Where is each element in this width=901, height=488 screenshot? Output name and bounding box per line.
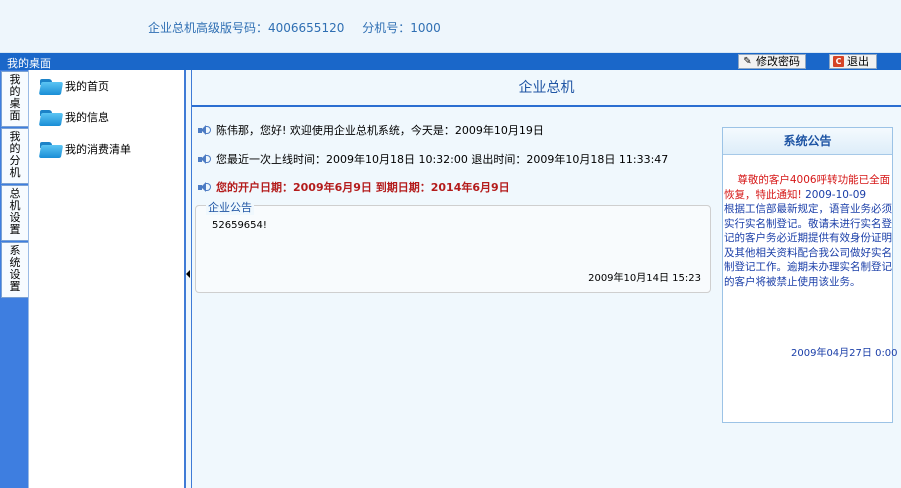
main-content: 企业总机 陈伟那，您好! 欢迎使用企业总机系统，今天是：2009年10月19日 …	[192, 70, 901, 488]
extension-label: 分机号：1000	[362, 21, 441, 35]
tree-item-home[interactable]: 我的首页	[38, 74, 109, 98]
tab-switchboard-settings[interactable]: 总 机 设 置	[1, 185, 28, 241]
tree-item-label: 我的信息	[65, 111, 109, 124]
speaker-icon	[197, 181, 211, 193]
product-number-label: 企业总机高级版号码：4006655120	[148, 21, 345, 35]
system-notice-date: 2009-10-09	[805, 188, 867, 201]
tree-item-info[interactable]: 我的信息	[38, 105, 109, 129]
folder-icon	[38, 108, 64, 126]
tab-char: 机	[9, 166, 21, 179]
company-notice-box: 企业公告 52659654! 2009年10月14日 15:23	[195, 199, 711, 293]
change-password-button[interactable]: ✎ 修改密码	[738, 54, 806, 69]
company-notice-time: 2009年10月14日 15:23	[588, 273, 701, 284]
tab-char: 置	[9, 223, 21, 236]
panel-splitter[interactable]	[184, 70, 192, 488]
company-notice-content: 52659654!	[212, 220, 267, 231]
exit-icon: C	[833, 56, 844, 67]
system-notice-time: 2009年04月27日 0:00	[791, 348, 898, 359]
welcome-text: 陈伟那，您好! 欢迎使用企业总机系统，今天是：2009年10月19日	[216, 124, 544, 137]
page-title: 企业总机	[192, 70, 901, 107]
vertical-tabs: 我 的 桌 面 我 的 分 机 总 机 设 置 系 统 设 置	[0, 70, 29, 488]
nav-tree: 我的首页 我的信息 我的消费清单	[29, 70, 184, 488]
account-dates-line: 您的开户日期：2009年6月9日 到期日期：2014年6月9日	[197, 178, 510, 196]
welcome-line: 陈伟那，您好! 欢迎使用企业总机系统，今天是：2009年10月19日	[197, 121, 544, 139]
tree-item-label: 我的消费清单	[65, 143, 131, 156]
system-notice-panel: 系统公告 尊敬的客户4006呼转功能已全面恢复，特此通知! 2009-10-09…	[722, 127, 898, 423]
system-notice-text: 尊敬的客户4006呼转功能已全面恢复，特此通知! 2009-10-09 根据工信部…	[724, 173, 892, 289]
folder-icon	[38, 77, 64, 95]
tree-item-label: 我的首页	[65, 80, 109, 93]
tab-char: 面	[9, 109, 21, 122]
pencil-icon: ✎	[743, 56, 752, 67]
tab-system-settings[interactable]: 系 统 设 置	[1, 242, 28, 298]
last-login-text: 您最近一次上线时间：2009年10月18日 10:32:00 退出时间：2009…	[216, 153, 669, 166]
logout-label: 退出	[847, 55, 869, 68]
change-password-label: 修改密码	[756, 55, 800, 68]
tab-my-extension[interactable]: 我 的 分 机	[1, 128, 28, 184]
tab-my-desktop[interactable]: 我 的 桌 面	[1, 71, 28, 127]
desk-title: 我的桌面	[7, 57, 51, 70]
title-bar: 我的桌面 ✎ 修改密码 C 退出	[0, 53, 901, 70]
account-dates-text: 您的开户日期：2009年6月9日 到期日期：2014年6月9日	[216, 181, 510, 194]
system-notice-title: 系统公告	[723, 128, 892, 155]
system-notice-body: 根据工信部最新规定，语音业务必须实行实名制登记。敬请未进行实名登记的客户务必近期…	[724, 203, 892, 288]
speaker-icon	[197, 124, 211, 136]
collapse-arrow-icon[interactable]	[186, 270, 190, 278]
top-header: 企业总机高级版号码：4006655120 分机号：1000	[0, 0, 901, 53]
speaker-icon	[197, 153, 211, 165]
logout-button[interactable]: C 退出	[829, 54, 877, 69]
header-info: 企业总机高级版号码：4006655120 分机号：1000	[148, 19, 455, 36]
tab-char: 置	[9, 280, 21, 293]
last-login-line: 您最近一次上线时间：2009年10月18日 10:32:00 退出时间：2009…	[197, 150, 668, 168]
tree-item-billing[interactable]: 我的消费清单	[38, 137, 131, 161]
company-notice-legend: 企业公告	[206, 199, 254, 215]
folder-icon	[38, 140, 64, 158]
